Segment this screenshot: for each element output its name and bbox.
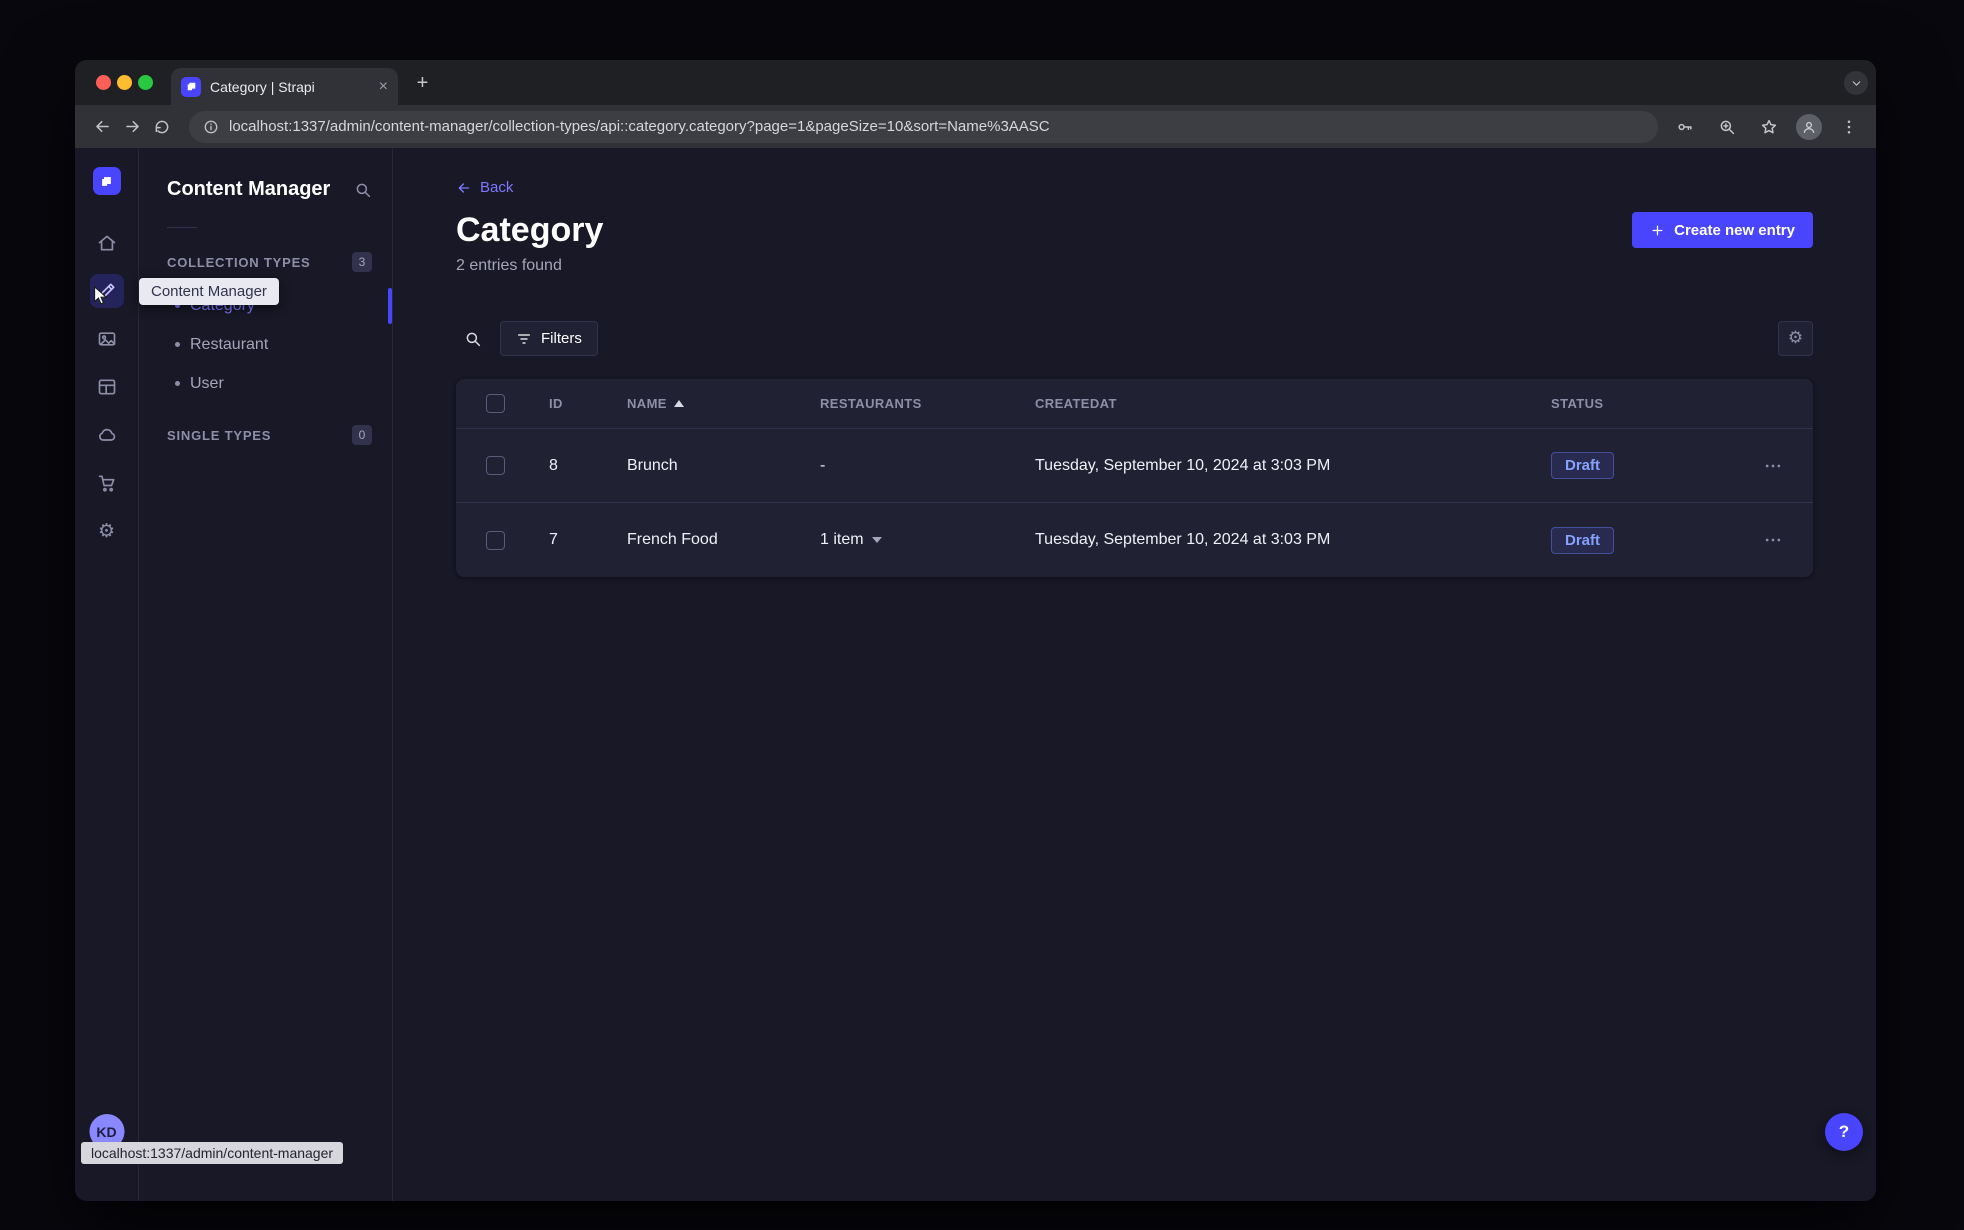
browser-profile-icon[interactable]	[1796, 113, 1822, 140]
cell-restaurants-dropdown[interactable]: 1 item	[820, 531, 1035, 549]
zoom-search-icon[interactable]	[1712, 112, 1742, 142]
view-settings-button[interactable]: ⚙	[1778, 321, 1813, 357]
chevron-down-icon	[871, 537, 882, 544]
filters-button[interactable]: Filters	[500, 321, 598, 357]
cell-id: 7	[549, 531, 558, 549]
tab-close-icon[interactable]: ×	[379, 78, 388, 96]
window-controls	[96, 75, 153, 90]
row-actions-icon[interactable]	[1763, 530, 1783, 550]
nav-deploy-cloud-icon[interactable]	[90, 418, 124, 452]
cell-createdat: Tuesday, September 10, 2024 at 3:03 PM	[1035, 531, 1331, 549]
cell-id: 8	[549, 456, 558, 474]
bullet-icon	[175, 342, 180, 347]
nav-media-library-icon[interactable]	[90, 322, 124, 356]
cell-name: Brunch	[627, 456, 678, 474]
entries-count: 2 entries found	[456, 257, 562, 275]
strapi-logo[interactable]	[92, 167, 121, 195]
row-checkbox[interactable]	[486, 530, 505, 550]
browser-window: Category | Strapi × + localhost:1337/adm…	[75, 60, 1876, 1201]
table-row[interactable]: 8 Brunch - Tuesday, September 10, 2024 a…	[456, 429, 1813, 504]
strapi-admin: ⚙ KD Content Manager COLLECTION TYPES 3	[75, 148, 1876, 1201]
bookmark-star-icon[interactable]	[1754, 112, 1784, 142]
select-all-checkbox[interactable]	[486, 394, 505, 414]
nav-marketplace-cart-icon[interactable]	[90, 466, 124, 500]
table-row[interactable]: 7 French Food 1 item Tuesday, September …	[456, 503, 1813, 577]
filter-icon	[518, 334, 530, 344]
nav-settings-gear-icon[interactable]: ⚙	[90, 514, 124, 548]
collection-types-label: COLLECTION TYPES	[167, 254, 311, 270]
collection-types-count-badge: 3	[352, 252, 372, 272]
back-link[interactable]: Back	[456, 179, 513, 196]
active-item-indicator	[388, 288, 392, 324]
close-window-button[interactable]	[96, 75, 111, 90]
reload-icon[interactable]	[147, 112, 177, 142]
gear-icon: ⚙	[1787, 328, 1804, 349]
status-badge: Draft	[1551, 452, 1615, 480]
url-text: localhost:1337/admin/content-manager/col…	[229, 118, 1050, 135]
browser-menu-icon[interactable]	[1834, 112, 1864, 142]
tab-strip: Category | Strapi × +	[75, 60, 1876, 105]
content-manager-tooltip: Content Manager	[139, 278, 279, 305]
subnav-title: Content Manager	[167, 178, 331, 200]
browser-toolbar: localhost:1337/admin/content-manager/col…	[75, 105, 1876, 148]
single-types-count-badge: 0	[352, 425, 372, 445]
strapi-favicon-icon	[181, 76, 201, 97]
forward-nav-icon[interactable]	[117, 112, 147, 142]
search-icon	[466, 332, 481, 347]
back-arrow-icon	[458, 182, 470, 193]
browser-tab[interactable]: Category | Strapi ×	[171, 68, 398, 105]
content-manager-subnav: Content Manager COLLECTION TYPES 3 Categ…	[139, 148, 393, 1201]
address-bar[interactable]: localhost:1337/admin/content-manager/col…	[189, 110, 1658, 143]
help-button[interactable]: ?	[1825, 1113, 1863, 1151]
subnav-search-icon[interactable]	[354, 181, 372, 199]
row-actions-icon[interactable]	[1763, 456, 1783, 476]
column-header-createdat[interactable]: CREATEDAT	[1035, 396, 1551, 411]
back-nav-icon[interactable]	[87, 112, 117, 142]
sort-ascending-icon	[673, 400, 684, 408]
main-content: Back Category 2 entries found Create new…	[393, 148, 1876, 1201]
cell-restaurants: -	[820, 456, 826, 474]
mouse-cursor	[90, 285, 112, 312]
table-header-row: ID NAME RESTAURANTS CREATEDAT STATUS	[456, 379, 1813, 430]
page-info-icon[interactable]	[203, 119, 219, 135]
status-badge: Draft	[1551, 526, 1615, 554]
cell-createdat: Tuesday, September 10, 2024 at 3:03 PM	[1035, 456, 1331, 474]
bullet-icon	[175, 381, 180, 386]
subnav-divider	[167, 227, 197, 228]
column-header-name[interactable]: NAME	[627, 396, 820, 411]
create-new-entry-button[interactable]: Create new entry	[1632, 212, 1813, 248]
page-title: Category	[456, 211, 604, 249]
sidebar-item-user[interactable]: User	[139, 364, 392, 403]
password-key-icon[interactable]	[1670, 112, 1700, 142]
tab-search-chevron-icon[interactable]	[1844, 71, 1868, 95]
new-tab-button[interactable]: +	[409, 70, 436, 97]
sidebar-item-restaurant[interactable]: Restaurant	[139, 325, 392, 364]
tab-title: Category | Strapi	[210, 78, 315, 95]
cell-name: French Food	[627, 531, 718, 549]
plus-icon	[1652, 225, 1663, 235]
link-status-bubble: localhost:1337/admin/content-manager	[81, 1142, 344, 1164]
row-checkbox[interactable]	[486, 456, 505, 476]
minimize-window-button[interactable]	[117, 75, 132, 90]
column-header-status[interactable]: STATUS	[1551, 396, 1754, 411]
entries-table: ID NAME RESTAURANTS CREATEDAT STATUS 8 B…	[456, 379, 1813, 578]
nav-home-icon[interactable]	[90, 226, 124, 260]
toolbar-actions	[1670, 112, 1864, 142]
column-header-id[interactable]: ID	[549, 396, 627, 411]
maximize-window-button[interactable]	[138, 75, 153, 90]
nav-content-type-builder-icon[interactable]	[90, 370, 124, 404]
column-header-restaurants[interactable]: RESTAURANTS	[820, 396, 1035, 411]
search-button[interactable]	[456, 322, 490, 356]
single-types-label: SINGLE TYPES	[167, 427, 272, 443]
